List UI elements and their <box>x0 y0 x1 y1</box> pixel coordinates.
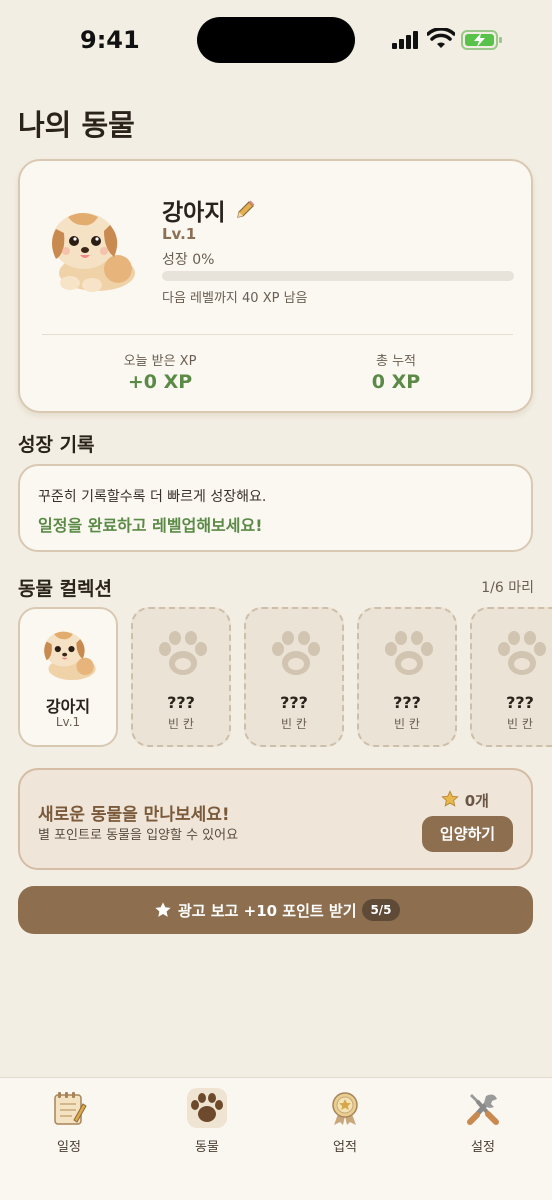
medal-icon <box>332 1092 358 1125</box>
slot-status: 빈 칸 <box>507 717 533 731</box>
next-level-text: 다음 레벨까지 40 XP 남음 <box>162 291 308 306</box>
slot-level: Lv.1 <box>55 715 81 729</box>
today-xp-value: +0 XP <box>127 371 193 393</box>
tab-label: 동물 <box>195 1140 219 1155</box>
page-title: 나의 동물 <box>18 108 135 142</box>
watch-ad-label: 광고 보고 +10 포인트 받기 <box>178 902 357 920</box>
paw-placeholder-icon <box>385 631 433 675</box>
slot-status: 빈 칸 <box>394 717 420 731</box>
puppy-avatar-icon <box>52 213 135 292</box>
paw-icon <box>191 1093 223 1122</box>
growth-record-title: 성장 기록 <box>18 434 95 456</box>
growth-record-card: 꾸준히 기록할수록 더 빠르게 성장해요. 일정을 완료하고 레벨업해보세요! <box>18 464 533 552</box>
collection-slot-empty[interactable]: ??? 빈 칸 <box>357 607 457 747</box>
card-divider <box>42 334 513 335</box>
collection-slot-puppy[interactable]: 강아지 Lv.1 <box>18 607 118 747</box>
slot-status: 빈 칸 <box>281 717 307 731</box>
total-xp-label: 총 누적 <box>375 354 416 369</box>
status-bar: 9:41 <box>0 0 552 84</box>
growth-record-cta: 일정을 완료하고 레벨업해보세요! <box>38 516 263 535</box>
cellular-signal-icon <box>392 31 418 49</box>
paw-placeholder-icon <box>159 631 207 675</box>
pet-profile-card: 강아지 Lv.1 성장 0% 다음 레벨까지 40 XP 남음 오늘 받은 XP… <box>18 159 533 413</box>
star-icon <box>155 902 171 917</box>
tab-label: 일정 <box>57 1140 81 1155</box>
paw-placeholder-icon <box>498 631 546 675</box>
tab-label: 업적 <box>333 1140 357 1155</box>
pet-name: 강아지 <box>162 200 226 226</box>
tab-schedule[interactable]: 일정 <box>24 1088 114 1155</box>
growth-percent-label: 성장 0% <box>162 252 215 268</box>
adopt-title: 새로운 동물을 만나보세요! <box>38 805 230 825</box>
collection-slots: 강아지 Lv.1 ??? 빈 칸 ??? 빈 칸 ??? 빈 칸 ??? 빈 칸 <box>18 607 552 747</box>
slot-name: ??? <box>280 693 308 712</box>
puppy-thumbnail-icon <box>44 631 96 681</box>
pet-level: Lv.1 <box>162 225 197 243</box>
status-time: 9:41 <box>80 26 140 54</box>
paw-placeholder-icon <box>272 631 320 675</box>
slot-name: ??? <box>393 693 421 712</box>
notepad-icon <box>54 1092 87 1125</box>
slot-name: 강아지 <box>45 697 91 716</box>
today-xp-label: 오늘 받은 XP <box>123 354 197 369</box>
slot-status: 빈 칸 <box>168 717 194 731</box>
bottom-tab-bar: 일정 동물 업적 설정 <box>0 1077 552 1200</box>
tab-achievements[interactable]: 업적 <box>300 1088 390 1155</box>
battery-charging-icon <box>461 30 502 50</box>
star-icon <box>441 790 459 807</box>
collection-slot-empty[interactable]: ??? 빈 칸 <box>470 607 552 747</box>
collection-slot-empty[interactable]: ??? 빈 칸 <box>131 607 231 747</box>
dynamic-island <box>197 17 355 63</box>
collection-title: 동물 컬렉션 <box>18 578 113 600</box>
adopt-card: 새로운 동물을 만나보세요! 별 포인트로 동물을 입양할 수 있어요 0개 입… <box>18 768 533 870</box>
growth-progress-bar <box>162 271 514 281</box>
tab-settings[interactable]: 설정 <box>438 1088 528 1155</box>
tab-animals[interactable]: 동물 <box>162 1088 252 1155</box>
tab-label: 설정 <box>471 1140 495 1155</box>
collection-count: 1/6 마리 <box>481 580 534 596</box>
slot-name: ??? <box>506 693 534 712</box>
star-point-count: 0개 <box>464 792 489 810</box>
tools-icon <box>467 1094 499 1125</box>
pencil-edit-icon[interactable] <box>234 199 256 221</box>
growth-record-text: 꾸준히 기록할수록 더 빠르게 성장해요. <box>38 489 267 505</box>
total-xp-value: 0 XP <box>371 371 421 393</box>
adopt-button[interactable]: 입양하기 <box>422 816 513 852</box>
adopt-subtitle: 별 포인트로 동물을 입양할 수 있어요 <box>38 828 239 843</box>
watch-ad-button[interactable]: 광고 보고 +10 포인트 받기 5/5 <box>18 886 533 934</box>
ad-remaining-badge: 5/5 <box>362 899 400 921</box>
collection-slot-empty[interactable]: ??? 빈 칸 <box>244 607 344 747</box>
wifi-icon <box>427 28 455 48</box>
slot-name: ??? <box>167 693 195 712</box>
